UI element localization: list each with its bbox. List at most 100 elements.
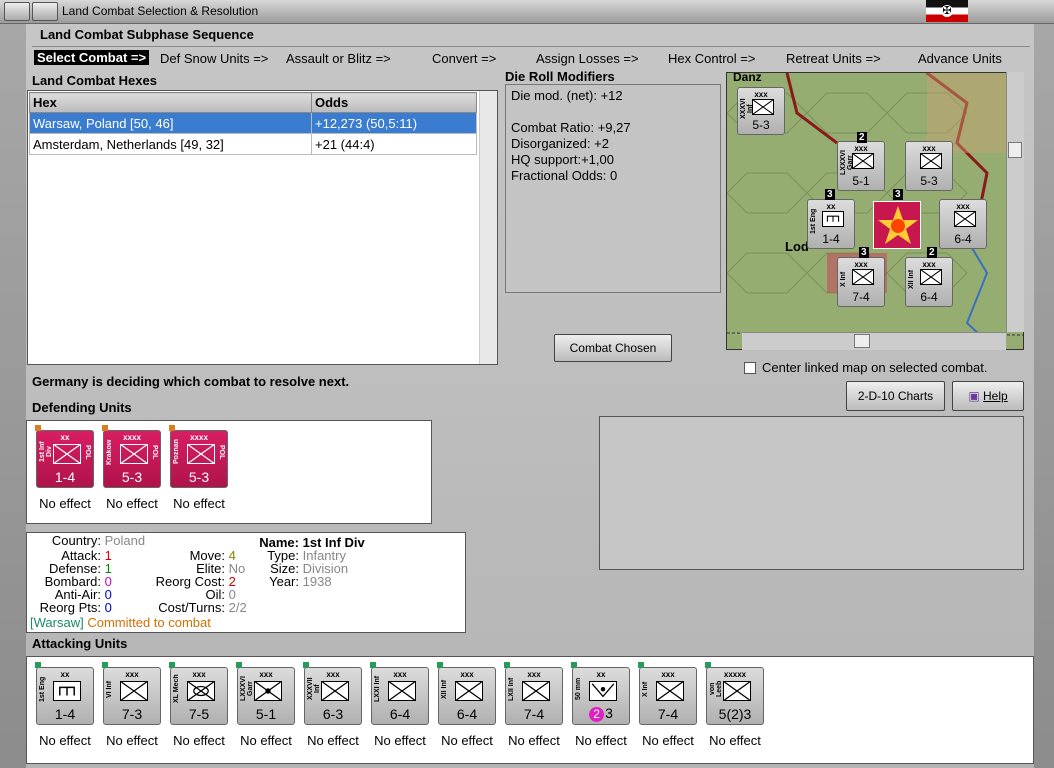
map-unit-counter[interactable]: xxx LXXXVI Garr 5-1 bbox=[837, 141, 885, 191]
help-button[interactable]: ▣ Help bbox=[952, 381, 1024, 411]
engineer-symbol-icon bbox=[822, 211, 844, 227]
hex-cell: Warsaw, Poland [50, 46] bbox=[29, 112, 312, 134]
center-map-checkbox[interactable] bbox=[744, 362, 756, 374]
unit-counter[interactable]: xxx LXXI Inf 6-4 bbox=[370, 662, 429, 725]
unit-counter[interactable]: xxxx Krakow POL 5-3 bbox=[102, 425, 161, 488]
unit-name: XL Mech bbox=[173, 674, 180, 704]
unit-effect: No effect bbox=[374, 733, 426, 748]
map-unit-counter[interactable]: xxx XXXVI Inf 5-3 bbox=[737, 87, 785, 135]
linked-map[interactable]: Danz Lod xxx XXXVI Inf 5-3 xxx LXXXVI Ga… bbox=[726, 72, 1024, 350]
col-hex[interactable]: Hex bbox=[29, 92, 312, 113]
unit-name: LXXXVI Garr bbox=[240, 676, 254, 702]
unit-strength: 1-4 bbox=[54, 706, 76, 722]
unit-strength: 7-4 bbox=[657, 706, 679, 722]
unit-counter[interactable]: xxx XXXVII Inf 6-3 bbox=[303, 662, 362, 725]
map-unit-counter[interactable]: xx 1st Eng 1-4 bbox=[807, 199, 855, 249]
info-cost-turns: 2/2 bbox=[228, 600, 247, 615]
unit-strength: 6-4 bbox=[954, 232, 972, 246]
modifier-line: Combat Ratio: +9,27 bbox=[511, 120, 631, 135]
phase-advance-units[interactable]: Advance Units bbox=[918, 51, 1002, 66]
unit-strength-line: 1-4 bbox=[37, 469, 93, 485]
unit-counter[interactable]: xx 50 mm 2 3 bbox=[571, 662, 630, 725]
unit-name: LXII Inf bbox=[508, 677, 515, 701]
center-map-option[interactable]: Center linked map on selected combat. bbox=[744, 360, 987, 375]
unit-status-pip bbox=[638, 662, 644, 668]
infantry-symbol-icon bbox=[120, 444, 148, 464]
phase-retreat-units[interactable]: Retreat Units => bbox=[786, 51, 881, 66]
system-menu-button[interactable] bbox=[4, 2, 30, 21]
phase-def-snow[interactable]: Def Snow Units => bbox=[160, 51, 268, 66]
unit-counter[interactable]: xxx VI Inf 7-3 bbox=[102, 662, 161, 725]
unit-status-pip bbox=[169, 425, 175, 431]
unit-name: VI Inf bbox=[106, 680, 113, 698]
unit-counter[interactable]: xxx LXII Inf 7-4 bbox=[504, 662, 563, 725]
col-odds[interactable]: Odds bbox=[311, 92, 477, 113]
unit-strength: 5-3 bbox=[188, 469, 210, 485]
map-unit-counter[interactable]: xxx 5-3 bbox=[905, 141, 953, 191]
help-label: Help bbox=[983, 389, 1008, 403]
phase-sequence-bar: Select Combat => Def Snow Units => Assau… bbox=[32, 46, 1030, 68]
unit-strength-line: 7-4 bbox=[640, 706, 696, 722]
unit-size: xxx bbox=[922, 144, 936, 153]
modifier-line: Disorganized: +2 bbox=[511, 136, 609, 151]
infantry-symbol-icon bbox=[752, 99, 774, 115]
map-vertical-scrollbar[interactable] bbox=[1006, 72, 1024, 332]
unit-status-pip bbox=[504, 662, 510, 668]
artillery-symbol-icon bbox=[589, 681, 617, 701]
unit-strength: 6-4 bbox=[920, 290, 938, 304]
map-unit-counter[interactable]: xxx X Inf 7-4 bbox=[837, 257, 885, 307]
map-label-danzig: Danz bbox=[733, 72, 762, 84]
infantry-symbol-icon bbox=[954, 211, 976, 227]
unit-strength-line: 7-3 bbox=[104, 706, 160, 722]
book-icon: ▣ bbox=[968, 389, 980, 403]
unit-country: POL bbox=[151, 445, 158, 460]
phase-assign-losses[interactable]: Assign Losses => bbox=[536, 51, 639, 66]
unit-counter[interactable]: xx 1st Eng 1-4 bbox=[35, 662, 94, 725]
phase-hex-control[interactable]: Hex Control => bbox=[668, 51, 755, 66]
unit-counter[interactable]: xxx LXXXVI Garr 5-1 bbox=[236, 662, 295, 725]
phase-assault-blitz[interactable]: Assault or Blitz => bbox=[286, 51, 391, 66]
unit-status-pip bbox=[571, 662, 577, 668]
table-row[interactable]: Warsaw, Poland [50, 46] +12,273 (50,5:11… bbox=[29, 112, 477, 134]
infantry-symbol-icon bbox=[852, 269, 874, 285]
map-horizontal-scrollbar[interactable] bbox=[742, 332, 1006, 350]
minimize-button[interactable] bbox=[32, 2, 58, 21]
unit-effect: No effect bbox=[508, 733, 560, 748]
hex-list-scrollbar[interactable] bbox=[479, 91, 497, 364]
title-bar: Land Combat Selection & Resolution ✠ bbox=[0, 0, 1054, 24]
info-label: Year: bbox=[269, 574, 299, 589]
scroll-thumb[interactable] bbox=[854, 334, 870, 348]
infantry-symbol-icon bbox=[187, 444, 215, 464]
modifier-line: Fractional Odds: 0 bbox=[511, 168, 618, 183]
unit-counter[interactable]: xxx XL Mech 7-5 bbox=[169, 662, 228, 725]
unit-counter[interactable]: xxxx Poznan POL 5-3 bbox=[169, 425, 228, 488]
phase-convert[interactable]: Convert => bbox=[432, 51, 496, 66]
unit-name: X Inf bbox=[642, 681, 649, 697]
unit-counter[interactable]: xxxxx von Leeb 5(2)3 bbox=[705, 662, 764, 725]
info-label: Reorg Pts: bbox=[39, 600, 101, 615]
unit-effect: No effect bbox=[709, 733, 761, 748]
unit-counter[interactable]: xxx X Inf 7-4 bbox=[638, 662, 697, 725]
unit-strength: 7-4 bbox=[852, 290, 870, 304]
unit-strength-line: 5-3 bbox=[104, 469, 160, 485]
engineer-symbol-icon bbox=[53, 681, 81, 701]
modifier-line: Die mod. (net): +12 bbox=[511, 88, 623, 103]
unit-status-pip bbox=[35, 425, 41, 431]
unit-counter[interactable]: xx 1st Inf Div POL 1-4 bbox=[35, 425, 94, 488]
table-row[interactable]: Amsterdam, Netherlands [49, 32] +21 (44:… bbox=[29, 133, 477, 155]
combat-chosen-button[interactable]: Combat Chosen bbox=[554, 334, 672, 362]
combat-explosion-icon[interactable] bbox=[873, 201, 921, 249]
unit-badge: 2 bbox=[589, 707, 605, 722]
map-unit-counter[interactable]: xxx XII Inf 6-4 bbox=[905, 257, 953, 307]
unit-effect: No effect bbox=[307, 733, 359, 748]
combat-hexes-title: Land Combat Hexes bbox=[32, 73, 157, 88]
info-year: 1938 bbox=[302, 574, 332, 589]
germany-flag-icon: ✠ bbox=[926, 0, 968, 22]
scroll-thumb[interactable] bbox=[1008, 142, 1022, 158]
unit-strength: 5-3 bbox=[752, 118, 770, 132]
phase-select-combat[interactable]: Select Combat => bbox=[34, 50, 150, 65]
map-unit-counter[interactable]: xxx 6-4 bbox=[939, 199, 987, 249]
unit-counter[interactable]: xxx XII Inf 6-4 bbox=[437, 662, 496, 725]
infantry-symbol-icon bbox=[920, 269, 942, 285]
charts-button[interactable]: 2-D-10 Charts bbox=[846, 381, 945, 411]
